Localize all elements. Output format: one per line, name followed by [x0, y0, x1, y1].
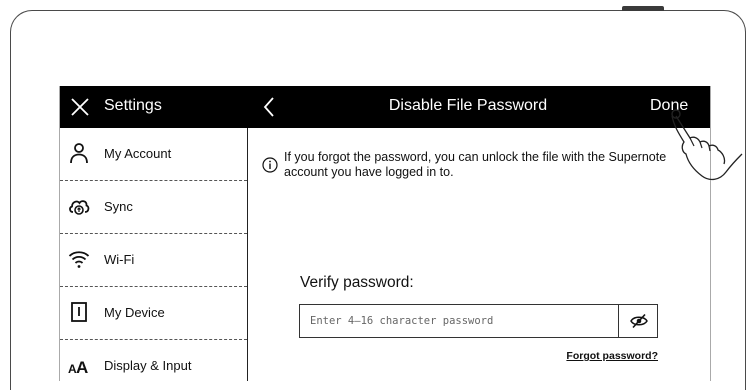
sidebar-item-sync[interactable]: Sync [60, 181, 247, 234]
sidebar-item-label: Wi-Fi [104, 252, 135, 267]
info-icon [262, 157, 278, 173]
sidebar-item-my-account[interactable]: My Account [60, 128, 247, 181]
info-message: If you forgot the password, you can unlo… [284, 150, 667, 179]
main-content: If you forgot the password, you can unlo… [248, 128, 710, 381]
sidebar-item-wifi[interactable]: Wi-Fi [60, 234, 247, 287]
settings-sidebar: My Account Sync Wi-Fi My Device A A Disp… [60, 128, 248, 381]
top-bar: Settings Disable File Password Done [60, 86, 710, 128]
device-power-button [622, 6, 664, 11]
user-icon [70, 143, 88, 164]
svg-text:A: A [76, 358, 88, 376]
page-title: Disable File Password [388, 97, 548, 114]
sidebar-item-label: Display & Input [104, 358, 192, 373]
password-input[interactable] [300, 305, 618, 337]
sidebar-item-display-input[interactable]: A A Display & Input [60, 340, 247, 381]
chevron-left-icon [263, 97, 274, 117]
verify-password-label: Verify password: [300, 274, 414, 291]
password-field [299, 304, 658, 338]
close-icon [71, 98, 89, 116]
back-button[interactable] [260, 94, 280, 120]
settings-title: Settings [104, 97, 162, 114]
sidebar-item-my-device[interactable]: My Device [60, 287, 247, 340]
cloud-sync-icon [69, 200, 90, 215]
settings-screen: Settings Disable File Password Done My A… [59, 86, 711, 381]
close-button[interactable] [68, 95, 92, 119]
pointing-hand-icon [671, 109, 743, 181]
sidebar-item-label: My Device [104, 305, 165, 320]
font-size-icon: A A [68, 358, 88, 376]
toggle-visibility-button[interactable] [618, 305, 658, 337]
forgot-password-link[interactable]: Forgot password? [566, 350, 658, 362]
sidebar-item-label: My Account [104, 146, 172, 161]
sidebar-item-label: Sync [104, 199, 133, 214]
wifi-icon [68, 251, 90, 268]
eye-slash-icon [630, 313, 648, 329]
device-icon [71, 302, 87, 322]
